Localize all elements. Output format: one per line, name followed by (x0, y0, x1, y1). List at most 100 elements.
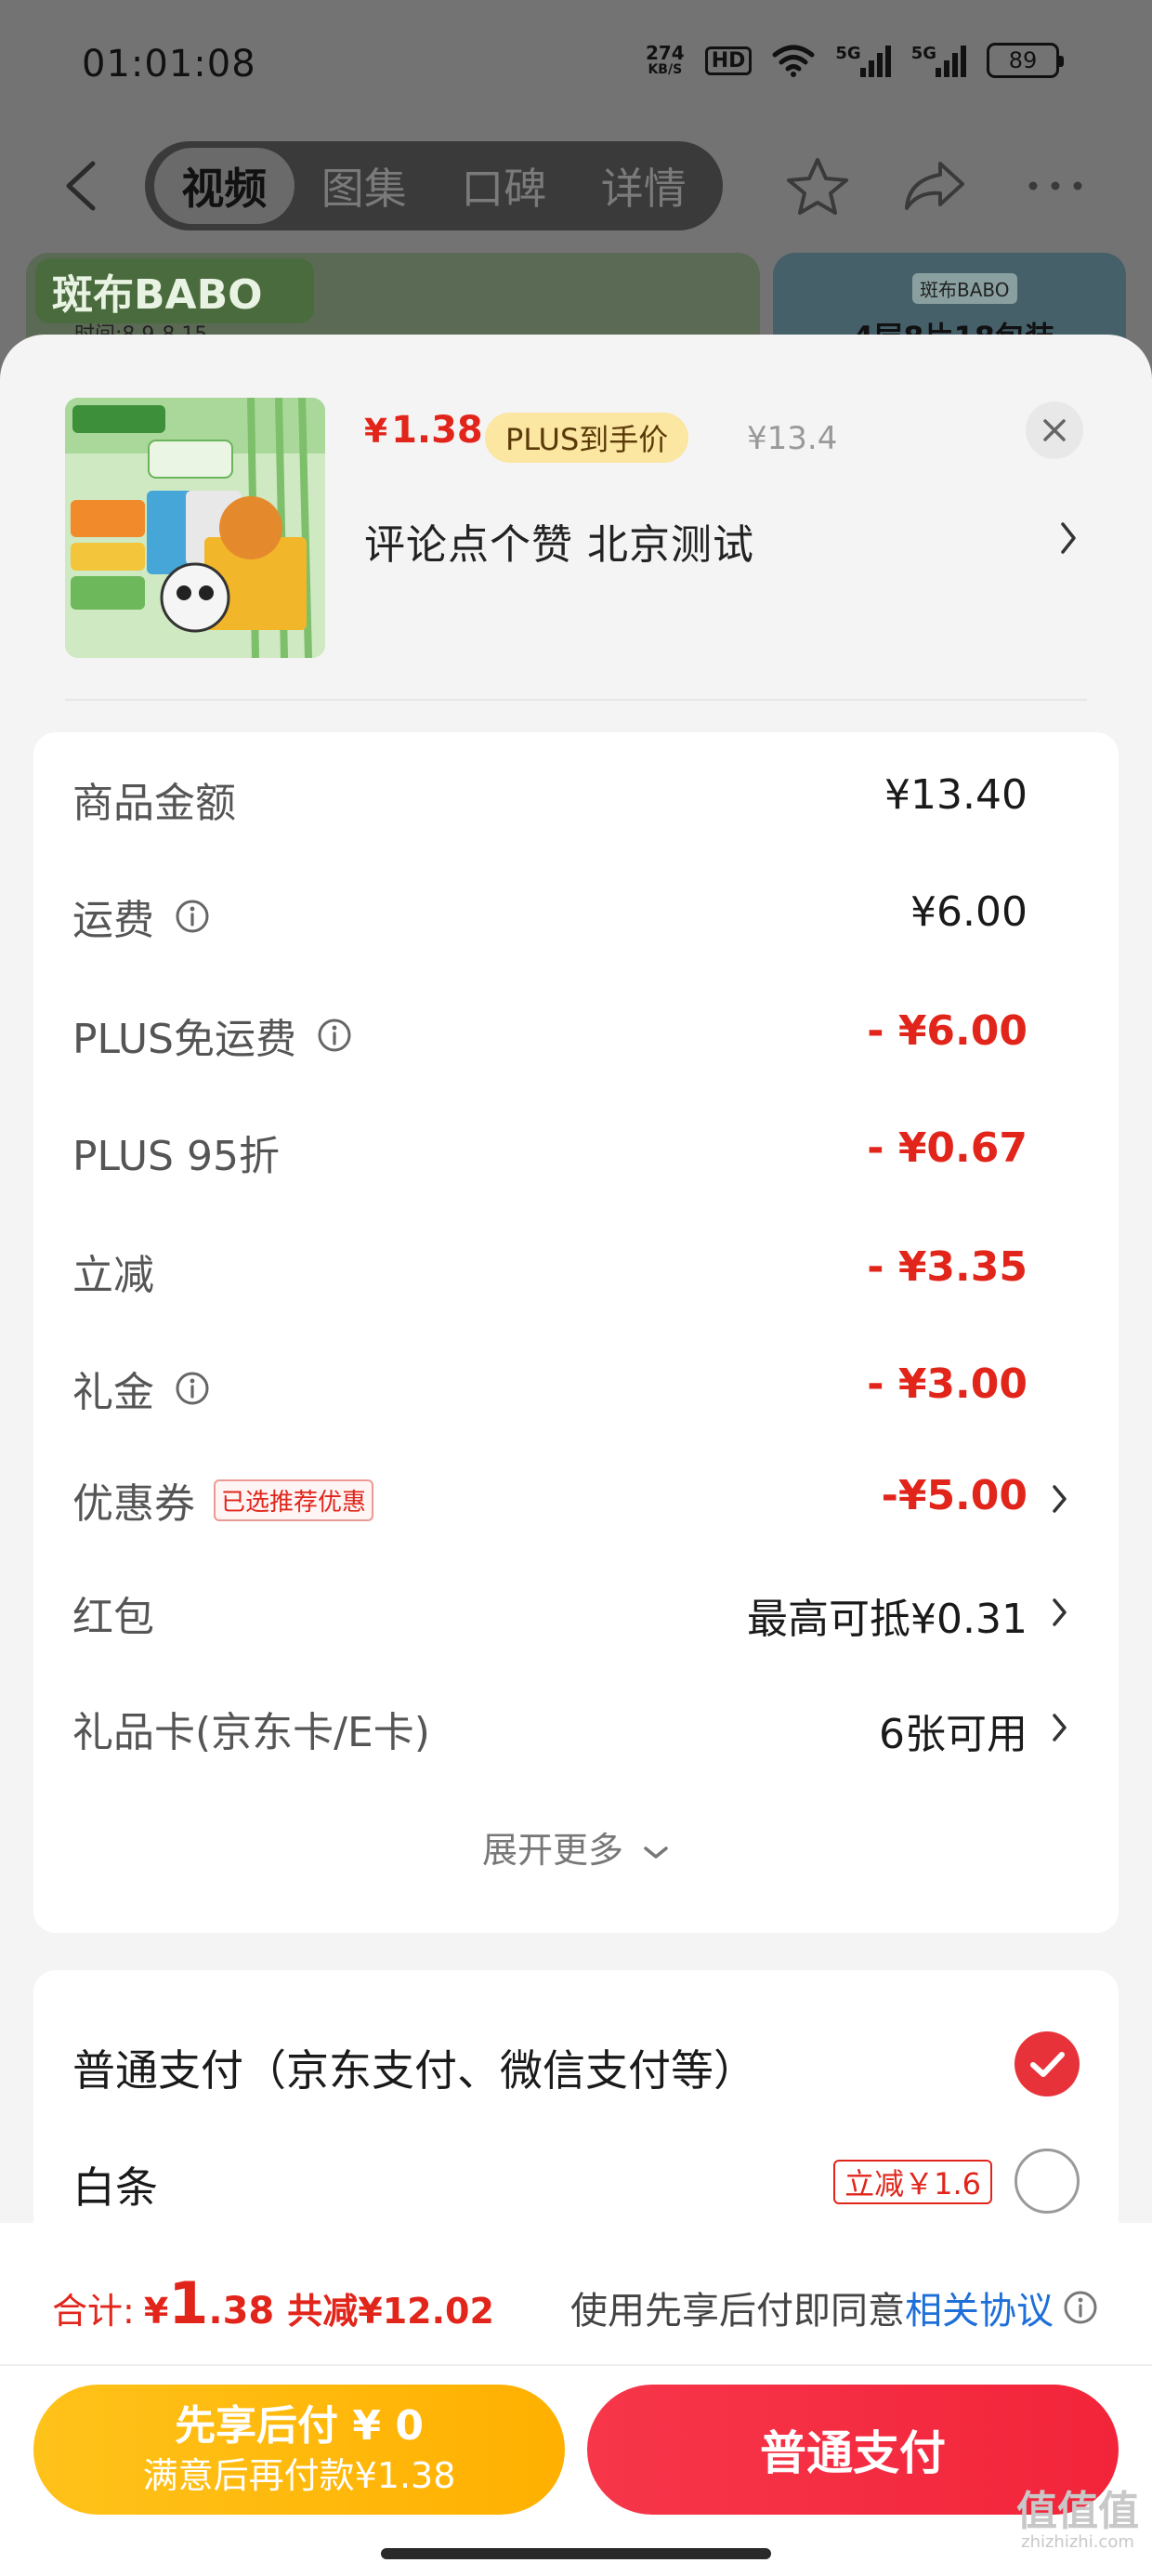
tab-gallery[interactable]: 图集 (295, 148, 435, 224)
fee-label: 立减 (72, 1242, 154, 1301)
network-speed: 274 KB/S (646, 44, 685, 77)
payment-radio-unchecked[interactable] (1015, 2149, 1080, 2214)
product-header: ¥ 1.38 PLUS到手价 ¥13.4 评论点个赞 北京测试 (0, 335, 1152, 706)
share-icon[interactable] (899, 156, 970, 216)
fee-value: -¥5.00 (881, 1472, 1028, 1519)
chevron-right-icon[interactable] (1052, 1712, 1068, 1743)
fee-value: - ¥3.00 (867, 1360, 1028, 1408)
total-summary: 合计: ¥ 1 .38 共减¥12.02 (52, 2269, 494, 2337)
fee-label: 商品金额 (72, 769, 236, 829)
tab-reviews[interactable]: 口碑 (434, 148, 574, 224)
hd-icon: HD (704, 46, 753, 75)
fee-value: ¥13.40 (884, 771, 1028, 819)
fee-label-text: 运费 (72, 897, 154, 944)
background-page: 01:01:08 274 KB/S HD 5G 5G 89 视频 图集 口碑 详… (0, 0, 1152, 392)
total-label: 合计: (52, 2291, 135, 2332)
fee-value: 6张可用 (879, 1711, 1028, 1758)
signal-label-1: 5G (835, 44, 861, 63)
close-icon (1043, 419, 1066, 441)
info-icon[interactable] (1063, 2290, 1098, 2325)
buy-now-pay-later-button[interactable]: 先享后付 ¥ 0 满意后再付款¥1.38 (33, 2385, 565, 2515)
fee-label: 礼品卡(京东卡/E卡) (72, 1699, 430, 1758)
payment-option-label: 白条 (72, 2162, 158, 2213)
payment-option-label: 普通支付（京东支付、微信支付等） (72, 2045, 756, 2096)
product-thumbnail[interactable] (65, 398, 325, 658)
final-price: ¥ 1.38 (364, 409, 483, 452)
tab-details[interactable]: 详情 (574, 148, 714, 224)
fee-value: ¥6.00 (910, 888, 1028, 936)
fee-row-gift-card[interactable]: 礼品卡(京东卡/E卡) 6张可用 (33, 1688, 1119, 1762)
status-icons: 274 KB/S HD 5G 5G 89 (646, 43, 1064, 78)
fee-label-text: 商品金额 (72, 780, 236, 827)
status-time: 01:01:08 (82, 43, 256, 85)
back-arrow-icon[interactable] (59, 160, 106, 212)
fee-label-text: PLUS免运费 (72, 1016, 296, 1063)
watermark: 值值值 zhizhizhi.com (1016, 2491, 1139, 2552)
signal-label-2: 5G (910, 44, 936, 63)
fee-label-text: 红包 (72, 1594, 154, 1641)
total-saved: 共减¥12.02 (287, 2291, 494, 2332)
fee-label-text: PLUS 95折 (72, 1133, 280, 1180)
payment-radio-checked[interactable] (1015, 2031, 1080, 2096)
more-options-icon[interactable] (1020, 156, 1091, 216)
chevron-right-icon[interactable] (1052, 1483, 1068, 1515)
fee-label-text: 礼品卡(京东卡/E卡) (72, 1709, 430, 1756)
fee-breakdown-card: 商品金额 ¥13.40 运费 ¥6.00 PLUS免运费 - ¥6.00 PLU… (33, 732, 1119, 1933)
total-currency: ¥ (143, 2291, 169, 2332)
fee-label-text: 礼金 (72, 1369, 154, 1416)
divider (0, 2364, 1152, 2366)
product-title[interactable]: 评论点个赞 北京测试 (364, 511, 754, 571)
fee-label-text: 优惠券 (72, 1480, 195, 1528)
brand-logo-small: 斑布BABO (912, 273, 1017, 304)
fee-label: 运费 (72, 887, 210, 946)
original-price: ¥13.4 (747, 420, 838, 457)
fee-value: 最高可抵¥0.31 (747, 1596, 1028, 1643)
agreement-link[interactable]: 相关协议 (905, 2280, 1054, 2334)
expand-more-label: 展开更多 (481, 1830, 623, 1871)
status-bar: 01:01:08 274 KB/S HD 5G 5G 89 (0, 0, 1152, 130)
agreement-text: 使用先享后付即同意 (570, 2290, 905, 2333)
info-icon[interactable] (175, 899, 210, 934)
bnpl-main-label: 先享后付 ¥ 0 (175, 2402, 424, 2450)
payment-option-normal[interactable]: 普通支付（京东支付、微信支付等） (33, 2018, 1119, 2111)
bnpl-sub-label: 满意后再付款¥1.38 (142, 2455, 456, 2496)
nav-tabs: 视频 图集 口碑 详情 (145, 141, 723, 230)
payment-option-baitiao[interactable]: 白条 立减￥1.6 (33, 2136, 1119, 2228)
fee-label: 红包 (72, 1584, 154, 1643)
fee-row-coupon[interactable]: 优惠券 已选推荐优惠 -¥5.00 (33, 1459, 1119, 1533)
fee-value: - ¥6.00 (867, 1007, 1028, 1055)
chevron-right-icon[interactable] (1059, 519, 1080, 558)
fee-row-instant-discount: 立减 - ¥3.35 (33, 1230, 1119, 1305)
product-nav: 视频 图集 口碑 详情 (0, 139, 1152, 232)
signal-icon-2: 5G (911, 44, 966, 77)
final-price-currency: ¥ (364, 413, 388, 451)
tab-video[interactable]: 视频 (154, 148, 295, 224)
fee-label-text: 立减 (72, 1252, 154, 1299)
info-icon[interactable] (317, 1018, 352, 1053)
fee-row-plus-free-shipping: PLUS免运费 - ¥6.00 (33, 994, 1119, 1069)
network-speed-unit: KB/S (648, 62, 683, 77)
home-indicator[interactable] (381, 2548, 771, 2559)
fee-label: 礼金 (72, 1359, 210, 1418)
favorite-star-icon[interactable] (782, 156, 853, 216)
info-icon[interactable] (175, 1371, 210, 1406)
total-amount-decimal: .38 (208, 2290, 275, 2333)
fee-label: PLUS免运费 (72, 1005, 352, 1065)
fee-row-red-packet[interactable]: 红包 最高可抵¥0.31 (33, 1572, 1119, 1647)
divider (65, 699, 1087, 701)
wifi-icon (772, 45, 815, 77)
fee-value: - ¥3.35 (867, 1243, 1028, 1291)
final-price-amount: 1.38 (391, 409, 483, 452)
checkmark-icon (1030, 2052, 1065, 2077)
network-speed-value: 274 (645, 42, 685, 64)
fee-label: 优惠券 已选推荐优惠 (72, 1470, 374, 1530)
chevron-right-icon[interactable] (1052, 1597, 1068, 1628)
watermark-sub: zhizhizhi.com (1021, 2532, 1134, 2552)
close-button[interactable] (1026, 401, 1083, 459)
fee-row-goods-amount: 商品金额 ¥13.40 (33, 758, 1119, 833)
expand-more-button[interactable]: 展开更多 (33, 1821, 1119, 1873)
fee-row-gift-cash: 礼金 - ¥3.00 (33, 1347, 1119, 1422)
coupon-recommended-tag: 已选推荐优惠 (214, 1479, 374, 1521)
chevron-down-icon (644, 1846, 668, 1859)
fee-row-shipping: 运费 ¥6.00 (33, 875, 1119, 950)
